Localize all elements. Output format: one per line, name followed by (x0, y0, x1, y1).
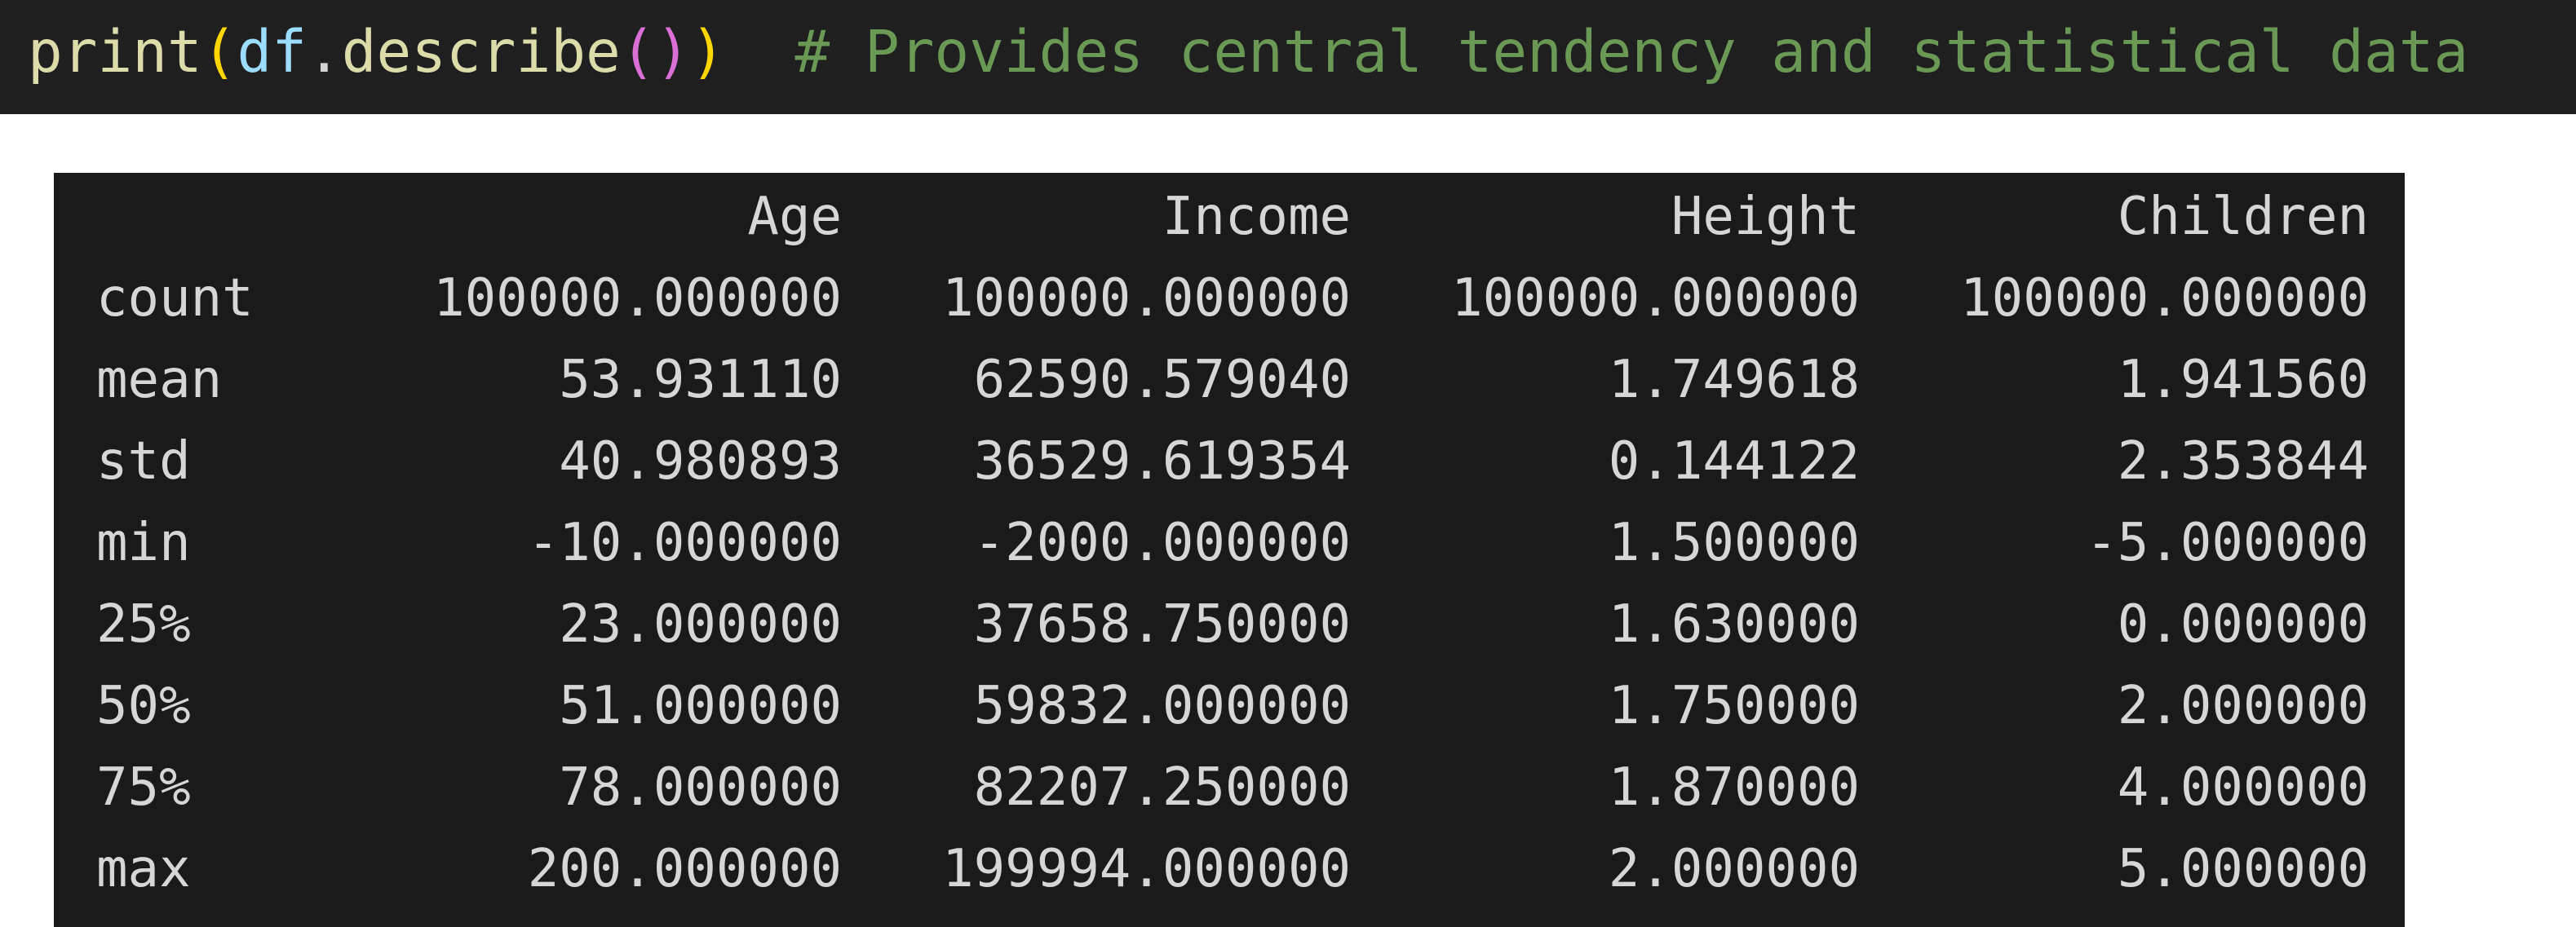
code-open-paren: ( (201, 18, 237, 86)
table-cell: 4.000000 (2117, 757, 2369, 818)
column-header: Income (1162, 187, 1351, 247)
table-cell: 0.144122 (1608, 431, 1860, 492)
table-row: 75% 78.000000 82207.250000 1.870000 4.00… (96, 747, 2369, 828)
table-cell: 1.750000 (1608, 676, 1860, 736)
table-cell: 36529.619354 (973, 431, 1351, 492)
code-dot: . (306, 18, 342, 86)
code-function-name: print (28, 18, 202, 86)
row-label: std (96, 431, 191, 492)
table-row: count 100000.000000 100000.000000 100000… (96, 258, 2369, 339)
table-cell: 1.941560 (2117, 350, 2369, 410)
row-label: 75% (96, 757, 191, 818)
table-cell: 59832.000000 (973, 676, 1351, 736)
table-cell: 1.749618 (1608, 350, 1860, 410)
code-cell[interactable]: print(df.describe()) # Provides central … (0, 0, 2576, 114)
table-cell: -2000.000000 (973, 513, 1351, 573)
table-cell: 2.353844 (2117, 431, 2369, 492)
table-cell: 100000.000000 (942, 268, 1351, 329)
table-row: std 40.980893 36529.619354 0.144122 2.35… (96, 421, 2369, 502)
table-cell: 23.000000 (559, 594, 842, 655)
code-method: describe (341, 18, 621, 86)
code-comment: # Provides central tendency and statisti… (794, 18, 2469, 86)
table-cell: 51.000000 (559, 676, 842, 736)
row-label: max (96, 839, 191, 899)
table-cell: 2.000000 (1608, 839, 1860, 899)
table-cell: 1.500000 (1608, 513, 1860, 573)
table-cell: -5.000000 (2086, 513, 2369, 573)
table-cell: 1.630000 (1608, 594, 1860, 655)
table-cell: 37658.750000 (973, 594, 1351, 655)
table-row: max 200.000000 199994.000000 2.000000 5.… (96, 828, 2369, 910)
code-line[interactable]: print(df.describe()) # Provides central … (28, 0, 2468, 104)
code-close-paren: ) (690, 18, 725, 86)
column-header: Height (1671, 187, 1860, 247)
table-cell: -10.000000 (527, 513, 842, 573)
row-label: count (96, 268, 254, 329)
table-cell: 53.931110 (559, 350, 842, 410)
cell-output: Age Income Height Children count 100000.… (54, 173, 2405, 927)
row-label: mean (96, 350, 223, 410)
table-cell: 2.000000 (2117, 676, 2369, 736)
table-cell: 1.870000 (1608, 757, 1860, 818)
table-cell: 0.000000 (2117, 594, 2369, 655)
row-label: 50% (96, 676, 191, 736)
table-cell: 40.980893 (559, 431, 842, 492)
table-row: 25% 23.000000 37658.750000 1.630000 0.00… (96, 584, 2369, 665)
column-header: Age (747, 187, 842, 247)
table-cell: 62590.579040 (973, 350, 1351, 410)
table-cell: 200.000000 (527, 839, 842, 899)
code-inner-parens: () (620, 18, 691, 86)
table-row: min -10.000000 -2000.000000 1.500000 -5.… (96, 502, 2369, 584)
describe-table: Age Income Height Children count 100000.… (96, 173, 2369, 910)
table-cell: 199994.000000 (942, 839, 1351, 899)
table-header-row: Age Income Height Children (96, 173, 2369, 258)
table-row: mean 53.931110 62590.579040 1.749618 1.9… (96, 339, 2369, 421)
table-row: 50% 51.000000 59832.000000 1.750000 2.00… (96, 665, 2369, 747)
code-spacer (725, 18, 795, 86)
table-cell: 82207.250000 (973, 757, 1351, 818)
column-header: Children (2117, 187, 2369, 247)
table-cell: 100000.000000 (1960, 268, 2369, 329)
row-label: 25% (96, 594, 191, 655)
table-cell: 100000.000000 (433, 268, 842, 329)
table-cell: 5.000000 (2117, 839, 2369, 899)
row-label: min (96, 513, 191, 573)
table-cell: 100000.000000 (1451, 268, 1860, 329)
table-corner (96, 173, 333, 258)
table-cell: 78.000000 (559, 757, 842, 818)
code-variable: df (237, 18, 307, 86)
